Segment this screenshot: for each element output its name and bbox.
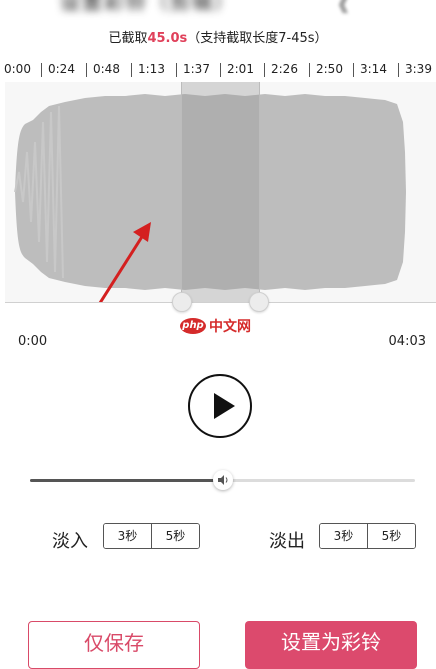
timeline-ruler: 0:00 0:24 0:48 1:13 1:37 2:01 2:26 2:50 … [0,59,436,81]
timeline-tick: 1:13 [138,62,165,76]
cut-range-hint: （支持截取长度7-45s） [187,31,328,46]
timeline-tick: 1:37 [183,62,210,76]
track-start-time: 0:00 [18,334,48,349]
set-ringtone-button[interactable]: 设置为彩铃 [245,621,417,669]
range-end-handle[interactable] [249,292,269,312]
fade-out-label: 淡出 [269,531,305,552]
watermark-logo: php [180,318,206,334]
timeline-tick: 0:24 [48,62,75,76]
fade-out-3s[interactable]: 3秒 [320,524,367,548]
cut-length-info: 已截取45.0s（支持截取长度7-45s） [0,27,436,46]
track-end-time: 04:03 [388,334,426,349]
page-title: 设置彩铃（剪辑） [60,0,236,14]
red-arrow-annotation [98,222,151,302]
timeline-tick: 2:01 [227,62,254,76]
timeline-tick: 2:50 [316,62,343,76]
timeline-separator [220,63,221,77]
range-start-handle[interactable] [172,292,192,312]
cut-value: 45.0s [147,31,188,46]
watermark: php 中文网 [180,316,251,336]
timeline-separator [353,63,354,77]
timeline-separator [398,63,399,77]
volume-knob[interactable] [212,470,233,490]
play-icon [214,393,235,419]
fade-in-3s[interactable]: 3秒 [104,524,151,548]
fade-in-options: 3秒 5秒 [103,523,200,549]
timeline-tick: 0:00 [4,62,31,76]
audio-waveform[interactable] [5,82,436,303]
cut-prefix: 已截取 [108,31,148,46]
save-only-button[interactable]: 仅保存 [28,621,200,669]
volume-fill [30,479,223,482]
timeline-separator [264,63,265,77]
fade-in-5s[interactable]: 5秒 [151,524,199,548]
timeline-tick: 3:14 [360,62,387,76]
speaker-icon [217,475,227,485]
timeline-separator [309,63,310,77]
timeline-separator [86,63,87,77]
fade-out-options: 3秒 5秒 [319,523,416,549]
fade-in-label: 淡入 [52,531,88,552]
timeline-tick: 2:26 [271,62,298,76]
play-button[interactable] [188,374,252,438]
timeline-tick: 3:39 [405,62,432,76]
page-title-right-fragment: 《 [330,0,358,17]
watermark-text: 中文网 [209,319,251,335]
fade-out-5s[interactable]: 5秒 [367,524,415,548]
timeline-separator [176,63,177,77]
timeline-separator [131,63,132,77]
timeline-separator [41,63,42,77]
timeline-tick: 0:48 [93,62,120,76]
